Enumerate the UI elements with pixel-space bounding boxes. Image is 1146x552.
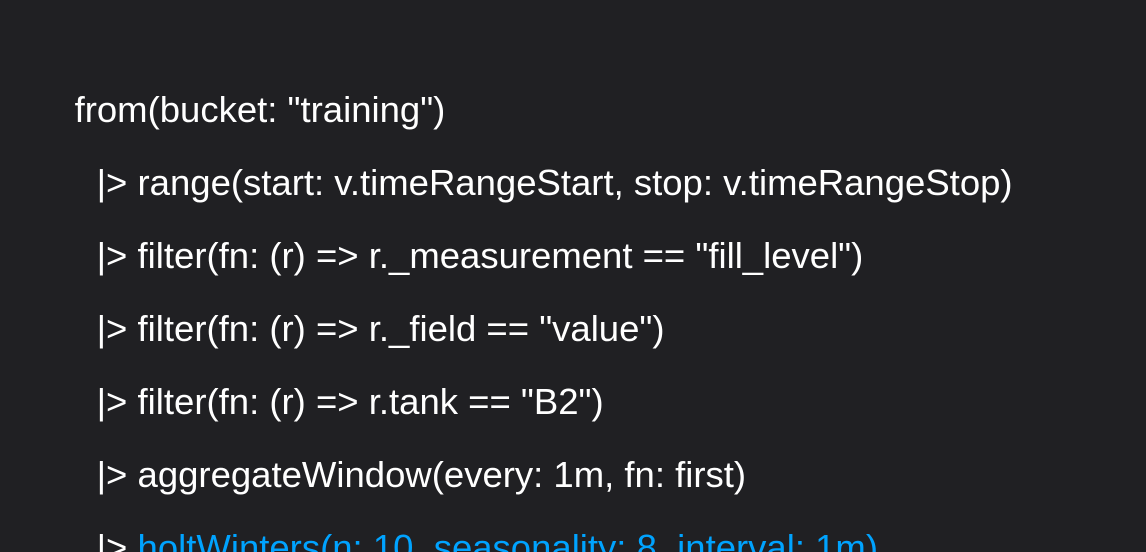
pipe-operator: |> <box>96 308 138 349</box>
code-line-1: from(bucket: "training") <box>34 26 1146 130</box>
code-text: from(bucket: "training") <box>74 89 446 130</box>
pipe-operator: |> <box>96 527 138 552</box>
pipe-operator: |> <box>96 235 138 276</box>
code-text: filter(fn: (r) => r.tank == "B2") <box>137 381 604 422</box>
pipe-operator: |> <box>96 454 138 495</box>
highlighted-code-text: holtWinters(n: 10, seasonality: 8, inter… <box>137 527 878 552</box>
pipe-operator: |> <box>96 381 138 422</box>
code-text: filter(fn: (r) => r._measurement == "fil… <box>137 235 864 276</box>
code-text: range(start: v.timeRangeStart, stop: v.t… <box>137 162 1013 203</box>
code-text: aggregateWindow(every: 1m, fn: first) <box>137 454 747 495</box>
code-editor[interactable]: from(bucket: "training") |> range(start:… <box>0 0 1146 552</box>
pipe-operator: |> <box>96 162 138 203</box>
code-text: filter(fn: (r) => r._field == "value") <box>137 308 665 349</box>
